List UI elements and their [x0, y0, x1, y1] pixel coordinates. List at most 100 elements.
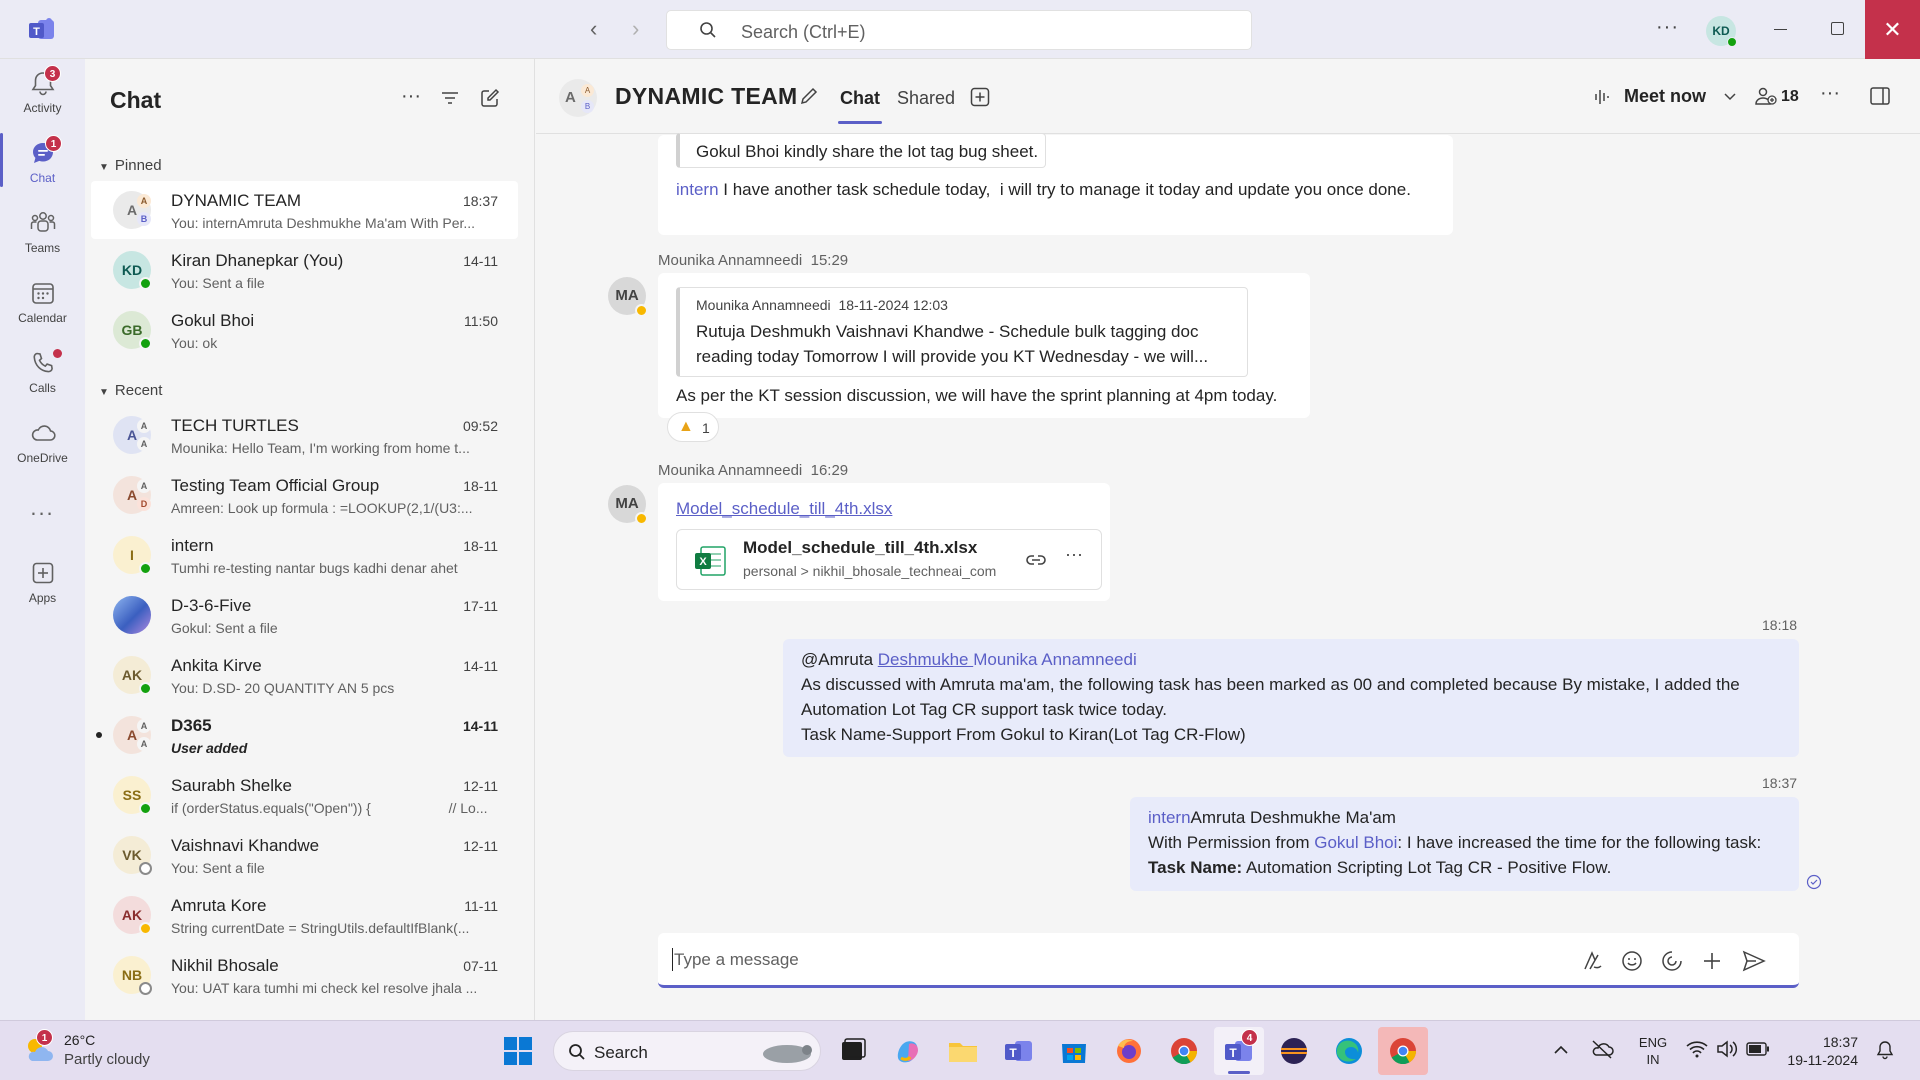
wifi-icon[interactable]	[1686, 1040, 1708, 1058]
chat-name: D365	[171, 716, 212, 735]
battery-icon[interactable]	[1746, 1042, 1770, 1056]
recent-section[interactable]: ▼ Recent	[99, 382, 162, 399]
audio-wave-icon	[1595, 90, 1609, 104]
settings-more-icon[interactable]: ···	[1656, 16, 1679, 39]
chat-name: Vaishnavi Khandwe	[171, 836, 320, 855]
mention[interactable]: Mounika Annamneedi	[973, 650, 1137, 669]
search-icon	[569, 1044, 585, 1060]
firefox-icon[interactable]	[1110, 1032, 1148, 1070]
file-link[interactable]: Model_schedule_till_4th.xlsx	[676, 496, 892, 521]
rail-chat[interactable]: Chat 1	[0, 133, 85, 187]
chat-item-amruta[interactable]: AK Amruta Kore 11-11 String currentDate …	[91, 886, 518, 944]
input-language[interactable]: ENG IN	[1638, 1034, 1668, 1068]
task-view-icon[interactable]	[834, 1032, 872, 1070]
seen-check-icon	[1806, 874, 1822, 890]
meet-now-button[interactable]: Meet now	[1624, 86, 1706, 107]
emoji-icon[interactable]	[1621, 950, 1643, 972]
forward-icon[interactable]: ›	[632, 18, 639, 40]
chat-item-ankita[interactable]: AK Ankita Kirve 14-11 You: D.SD- 20 QUAN…	[91, 646, 518, 704]
chevron-up-icon[interactable]	[1553, 1043, 1569, 1055]
message-composer[interactable]: Type a message	[658, 933, 1799, 988]
store-icon[interactable]	[1055, 1032, 1093, 1070]
chat-item-d-3-6-five[interactable]: D-3-6-Five 17-11 Gokul: Sent a file	[91, 586, 518, 644]
pinned-section[interactable]: ▼ Pinned	[99, 157, 162, 174]
rail-teams[interactable]: Teams	[0, 209, 85, 255]
close-window-button[interactable]: ✕	[1865, 0, 1920, 59]
chrome-icon[interactable]	[1165, 1032, 1203, 1070]
send-icon[interactable]	[1742, 950, 1766, 972]
eclipse-icon[interactable]	[1275, 1032, 1313, 1070]
chat-item-intern[interactable]: I intern 18-11 Tumhi re-testing nantar b…	[91, 526, 518, 584]
mention[interactable]: Gokul Bhoi	[1314, 833, 1397, 852]
back-icon[interactable]: ‹	[590, 18, 597, 40]
message-bubble: Mounika Annamneedi 18-11-2024 12:03 Rutu…	[658, 273, 1310, 418]
taskbar-teams-active[interactable]: T 4	[1214, 1027, 1264, 1075]
mention[interactable]: intern	[1148, 808, 1191, 827]
rail-activity[interactable]: Activity 3	[0, 65, 85, 115]
rail-onedrive[interactable]: OneDrive	[0, 419, 85, 465]
edge-icon[interactable]	[1330, 1032, 1368, 1070]
weather-widget[interactable]: 1	[22, 1029, 56, 1067]
rail-calls[interactable]: Calls	[0, 349, 85, 395]
rail-apps[interactable]: Apps	[0, 559, 85, 605]
chat-item-vaishnavi[interactable]: VK Vaishnavi Khandwe 12-11 You: Sent a f…	[91, 826, 518, 884]
reaction-like[interactable]: ▲ 1	[667, 412, 719, 442]
chat-item-gokul[interactable]: GB Gokul Bhoi 11:50 You: ok	[91, 301, 518, 359]
chat-item-kiran[interactable]: KD Kiran Dhanepkar (You) 14-11 You: Sent…	[91, 241, 518, 299]
copy-link-icon[interactable]	[1025, 550, 1047, 570]
notification-bell-icon[interactable]	[1876, 1040, 1894, 1060]
taskbar-search[interactable]: Search	[553, 1031, 821, 1071]
mention[interactable]: Deshmukhe	[878, 650, 973, 669]
add-tab-icon[interactable]	[970, 87, 990, 107]
more-options-icon[interactable]: ···	[401, 85, 421, 108]
rail-calendar[interactable]: Calendar	[0, 279, 85, 325]
rail-more-icon[interactable]: ...	[0, 495, 85, 521]
chat-item-testing-team[interactable]: AAD Testing Team Official Group 18-11 Am…	[91, 466, 518, 524]
copilot-icon[interactable]	[889, 1032, 927, 1070]
more-options-icon[interactable]: ···	[1820, 82, 1840, 105]
filter-icon[interactable]	[440, 88, 460, 108]
chat-item-saurabh[interactable]: SS Saurabh Shelke 12-11 if (orderStatus.…	[91, 766, 518, 824]
volume-icon[interactable]	[1716, 1040, 1738, 1058]
clock-date: 19-11-2024	[1787, 1052, 1858, 1068]
format-icon[interactable]	[1582, 950, 1604, 972]
tab-chat[interactable]: Chat	[838, 88, 882, 124]
group-avatar: AAA	[113, 416, 151, 454]
participant-count[interactable]: 18	[1781, 88, 1799, 106]
quoted-message[interactable]: Gokul Bhoi kindly share the lot tag bug …	[676, 133, 1046, 168]
message-text: Task Name: Automation Scripting Lot Tag …	[1148, 858, 1612, 877]
file-explorer-icon[interactable]	[944, 1032, 982, 1070]
search-box[interactable]: Search (Ctrl+E)	[666, 10, 1252, 50]
mention[interactable]: intern	[676, 180, 719, 199]
chat-item-tech-turtles[interactable]: AAA TECH TURTLES 09:52 Mounika: Hello Te…	[91, 406, 518, 464]
maximize-icon[interactable]	[1831, 22, 1844, 35]
file-more-icon[interactable]: ···	[1065, 544, 1083, 565]
chat-preview: Amreen: Look up formula : =LOOKUP(2,1/(U…	[171, 500, 473, 516]
windows-start-icon[interactable]	[499, 1032, 537, 1070]
side-panel-icon[interactable]	[1870, 87, 1890, 105]
chat-item-dynamic-team[interactable]: AAB DYNAMIC TEAM 18:37 You: internAmruta…	[91, 181, 518, 239]
quoted-message[interactable]: Mounika Annamneedi 18-11-2024 12:03 Rutu…	[676, 287, 1248, 377]
tab-shared[interactable]: Shared	[897, 88, 955, 109]
people-icon[interactable]	[1754, 86, 1778, 108]
onedrive-offline-icon[interactable]	[1590, 1039, 1614, 1059]
svg-text:T: T	[1229, 1046, 1237, 1060]
add-icon[interactable]	[1701, 950, 1723, 972]
taskbar-chrome-active[interactable]	[1378, 1027, 1428, 1075]
file-card[interactable]: X Model_schedule_till_4th.xlsx personal …	[676, 529, 1102, 590]
chevron-down-icon[interactable]	[1724, 92, 1736, 102]
conversation-pane: A A B DYNAMIC TEAM Chat Shared Meet now …	[536, 59, 1920, 1020]
loop-icon[interactable]	[1661, 950, 1683, 972]
edit-name-icon[interactable]	[799, 86, 819, 106]
teams-classic-icon[interactable]: T	[1000, 1032, 1038, 1070]
chat-preview: You: D.SD- 20 QUANTITY AN 5 pcs	[171, 680, 395, 696]
chat-item-d365[interactable]: AAA D365 14-11 User added	[91, 706, 518, 764]
minimize-icon[interactable]	[1774, 29, 1787, 30]
chat-item-nikhil[interactable]: NB Nikhil Bhosale 07-11 You: UAT kara tu…	[91, 946, 518, 1004]
windows-taskbar: 1 26°C Partly cloudy Search T T 4 ENG IN …	[0, 1020, 1920, 1080]
chat-name: Nikhil Bhosale	[171, 956, 279, 975]
clock[interactable]: 18:37 19-11-2024	[1782, 1033, 1858, 1069]
presence-available-icon	[139, 802, 152, 815]
chat-name: D-3-6-Five	[171, 596, 252, 615]
new-chat-icon[interactable]	[480, 88, 500, 108]
